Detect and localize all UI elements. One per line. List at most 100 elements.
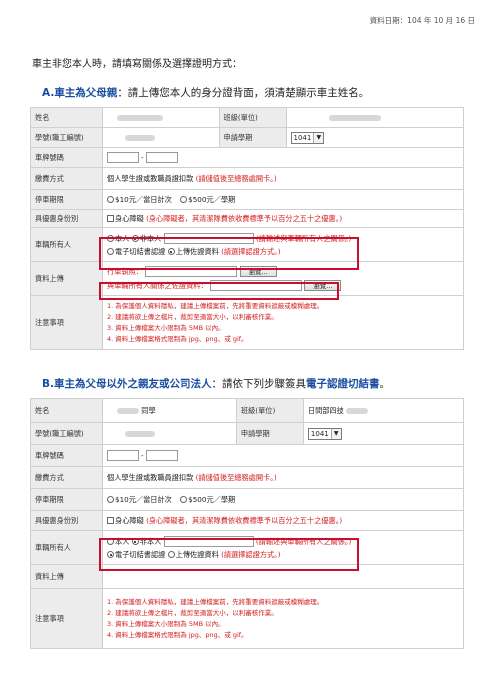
plate-number-input[interactable]	[145, 152, 178, 163]
owner-other-label: 非本人	[139, 233, 162, 243]
plate-prefix-input[interactable]	[107, 152, 139, 163]
chevron-down-icon: ▼	[313, 132, 324, 143]
class-label: 班級(單位)	[218, 107, 287, 128]
license-browse-button[interactable]: 瀏覽...	[239, 266, 277, 277]
chevron-down-icon: ▼	[330, 428, 341, 439]
term-select-value: 1041	[293, 133, 312, 142]
owner-note: (請輸述與車輛所有人之關係。)	[255, 233, 352, 243]
owner-cell: 本人 非本人 (請輸述與車輛所有人之關係。) 電子切結書認證 上傳佐證資料 (請…	[102, 227, 464, 262]
identity-label: 具優惠身份別	[30, 510, 103, 531]
identity-label: 具優惠身份別	[30, 209, 103, 228]
relation-proof-file-input[interactable]	[209, 280, 302, 291]
owner-other-radio[interactable]	[131, 235, 139, 242]
plate-cell: -	[102, 147, 464, 168]
term-select[interactable]: 1041 ▼	[307, 427, 342, 440]
name-suffix: 同學	[141, 405, 156, 415]
note-item: 4. 資料上傳檔案格式限制為 jpg、png、或 gif。	[107, 630, 248, 639]
relation-input[interactable]	[163, 233, 254, 244]
period-semester-radio[interactable]	[180, 496, 188, 503]
plate-prefix-input[interactable]	[107, 450, 139, 461]
owner-cell: 本人 非本人 (請輸述與車輛所有人之關係。) 電子切結書認證 上傳佐證資料 (請…	[102, 530, 464, 565]
term-select[interactable]: 1041 ▼	[290, 131, 325, 144]
owner-other-radio[interactable]	[131, 538, 139, 545]
disability-label: 身心障礙	[115, 213, 144, 223]
period-semester-label: $500元／學期	[188, 194, 236, 204]
license-label: 行車執照：	[107, 266, 143, 276]
payment-cell: 個人學生證或教職員證扣款 (請儲值後至總務處開卡。)	[102, 167, 464, 190]
note-item: 3. 資料上傳檔案大小限制為 5MB 以內。	[107, 619, 225, 628]
student-id-value	[102, 127, 220, 148]
period-daily-radio[interactable]	[107, 496, 114, 503]
term-label: 申請學期	[218, 127, 287, 148]
section-a-prefix: A.	[42, 87, 55, 99]
name-value: 同學	[102, 398, 237, 423]
class-value-text: 日間部四技	[307, 405, 344, 415]
disability-label: 身心障礙	[115, 515, 144, 525]
intro-text: 車主非您本人時，請填寫關係及選擇證明方式：	[32, 59, 242, 70]
period-label: 停車期限	[30, 189, 103, 210]
note-item: 3. 資料上傳檔案大小限制為 5MB 以內。	[107, 323, 225, 332]
proof-upload-label: 上傳佐證資料	[175, 549, 219, 559]
period-daily-label: $10元／當日計次	[115, 194, 172, 204]
proof-upload-radio[interactable]	[167, 551, 175, 558]
notes-cell: 1. 為保護個人資料隱私，建議上傳檔案前，先將重要資料遮蔽或模糊處理。 2. 建…	[102, 588, 464, 649]
document-date: 資料日期：104 年 10 月 16 日	[369, 16, 475, 25]
term-cell: 1041 ▼	[285, 127, 464, 148]
name-label: 姓名	[30, 398, 103, 423]
period-cell: $10元／當日計次 $500元／學期	[102, 488, 464, 511]
identity-note: (身心障礙者，其清潔隊費依收費標準予以百分之五十之優惠。)	[146, 515, 343, 525]
name-label: 姓名	[30, 107, 103, 128]
owner-label: 車輛所有人	[30, 227, 103, 262]
note-item: 2. 建議將欲上傳之檔片，裁剪至適當大小，以利審核作業。	[107, 312, 278, 321]
proof-upload-label: 上傳佐證資料	[175, 246, 219, 256]
upload-label: 資料上傳	[30, 564, 103, 589]
proof-ecert-radio[interactable]	[107, 551, 114, 558]
identity-cell: 身心障礙 (身心障礙者，其清潔隊費依收費標準予以百分之五十之優惠。)	[102, 510, 464, 531]
proof-upload-radio[interactable]	[167, 248, 175, 255]
proof-note: (請選擇認證方式。)	[221, 549, 281, 559]
note-item: 1. 為保護個人資料隱私，建議上傳檔案前，先將重要資料遮蔽或模糊處理。	[107, 597, 324, 606]
payment-cell: 個人學生證或教職員證扣款 (請儲值後至總務處開卡。)	[102, 466, 464, 489]
proof-ecert-label: 電子切結書認證	[115, 246, 166, 256]
relation-proof-browse-button[interactable]: 瀏覽...	[304, 280, 342, 291]
section-a-title: A.車主為父母親：請上傳您本人的身分證背面，須清楚顯示車主姓名。	[42, 85, 369, 100]
period-cell: $10元／當日計次 $500元／學期	[102, 189, 464, 210]
proof-ecert-label: 電子切結書認證	[115, 549, 166, 559]
plate-separator: -	[141, 450, 144, 460]
section-b-title-end: 。	[379, 378, 391, 390]
section-a-title-rest: ：請上傳您本人的身分證背面，須清楚顯示車主姓名。	[117, 87, 370, 99]
term-select-value: 1041	[310, 429, 329, 438]
section-b-form: 姓名 同學 班級(單位) 日間部四技 學號(職工編號) 申請學期 1041 ▼ 車…	[30, 398, 465, 649]
period-label: 停車期限	[30, 488, 103, 511]
period-daily-radio[interactable]	[107, 196, 114, 203]
period-semester-radio[interactable]	[180, 196, 188, 203]
owner-other-label: 非本人	[139, 536, 162, 546]
note-item: 2. 建議將欲上傳之檔片，裁剪至適當大小，以利審核作業。	[107, 608, 278, 617]
payment-label: 繳費方式	[30, 466, 103, 489]
relation-proof-label: 與車輛所有人關係之佐證資料：	[107, 280, 208, 290]
upload-cell	[102, 564, 464, 589]
owner-self-radio[interactable]	[107, 235, 114, 242]
plate-separator: -	[141, 152, 144, 162]
license-file-input[interactable]	[145, 266, 238, 277]
payment-method: 個人學生證或教職員證扣款	[107, 173, 194, 183]
plate-label: 車牌號碼	[30, 147, 103, 168]
owner-self-radio[interactable]	[107, 538, 114, 545]
notes-label: 注意事項	[30, 295, 103, 350]
note-item: 1. 為保護個人資料隱私，建議上傳檔案前，先將重要資料遮蔽或模糊處理。	[107, 301, 324, 310]
section-b-title: B.車主為父母以外之親友或公司法人：請依下列步驟簽具電子認證切結書。	[42, 376, 390, 391]
upload-label: 資料上傳	[30, 261, 103, 296]
owner-label: 車輛所有人	[30, 530, 103, 565]
disability-checkbox[interactable]	[107, 215, 114, 222]
note-item: 4. 資料上傳檔案格式限制為 jpg、png、或 gif。	[107, 334, 248, 343]
period-semester-label: $500元／學期	[188, 494, 236, 504]
disability-checkbox[interactable]	[107, 517, 114, 524]
section-b-title-emphasis: 車主為父母以外之親友或公司法人	[54, 378, 212, 390]
term-cell: 1041 ▼	[302, 422, 465, 445]
plate-label: 車牌號碼	[30, 444, 103, 467]
plate-number-input[interactable]	[145, 450, 178, 461]
proof-ecert-radio[interactable]	[107, 248, 114, 255]
proof-note: (請選擇認證方式。)	[221, 246, 281, 256]
section-a-form: 姓名 班級(單位) 學號(職工編號) 申請學期 1041 ▼ 車牌號碼 - 繳費方…	[30, 107, 464, 350]
relation-input[interactable]	[163, 536, 254, 547]
